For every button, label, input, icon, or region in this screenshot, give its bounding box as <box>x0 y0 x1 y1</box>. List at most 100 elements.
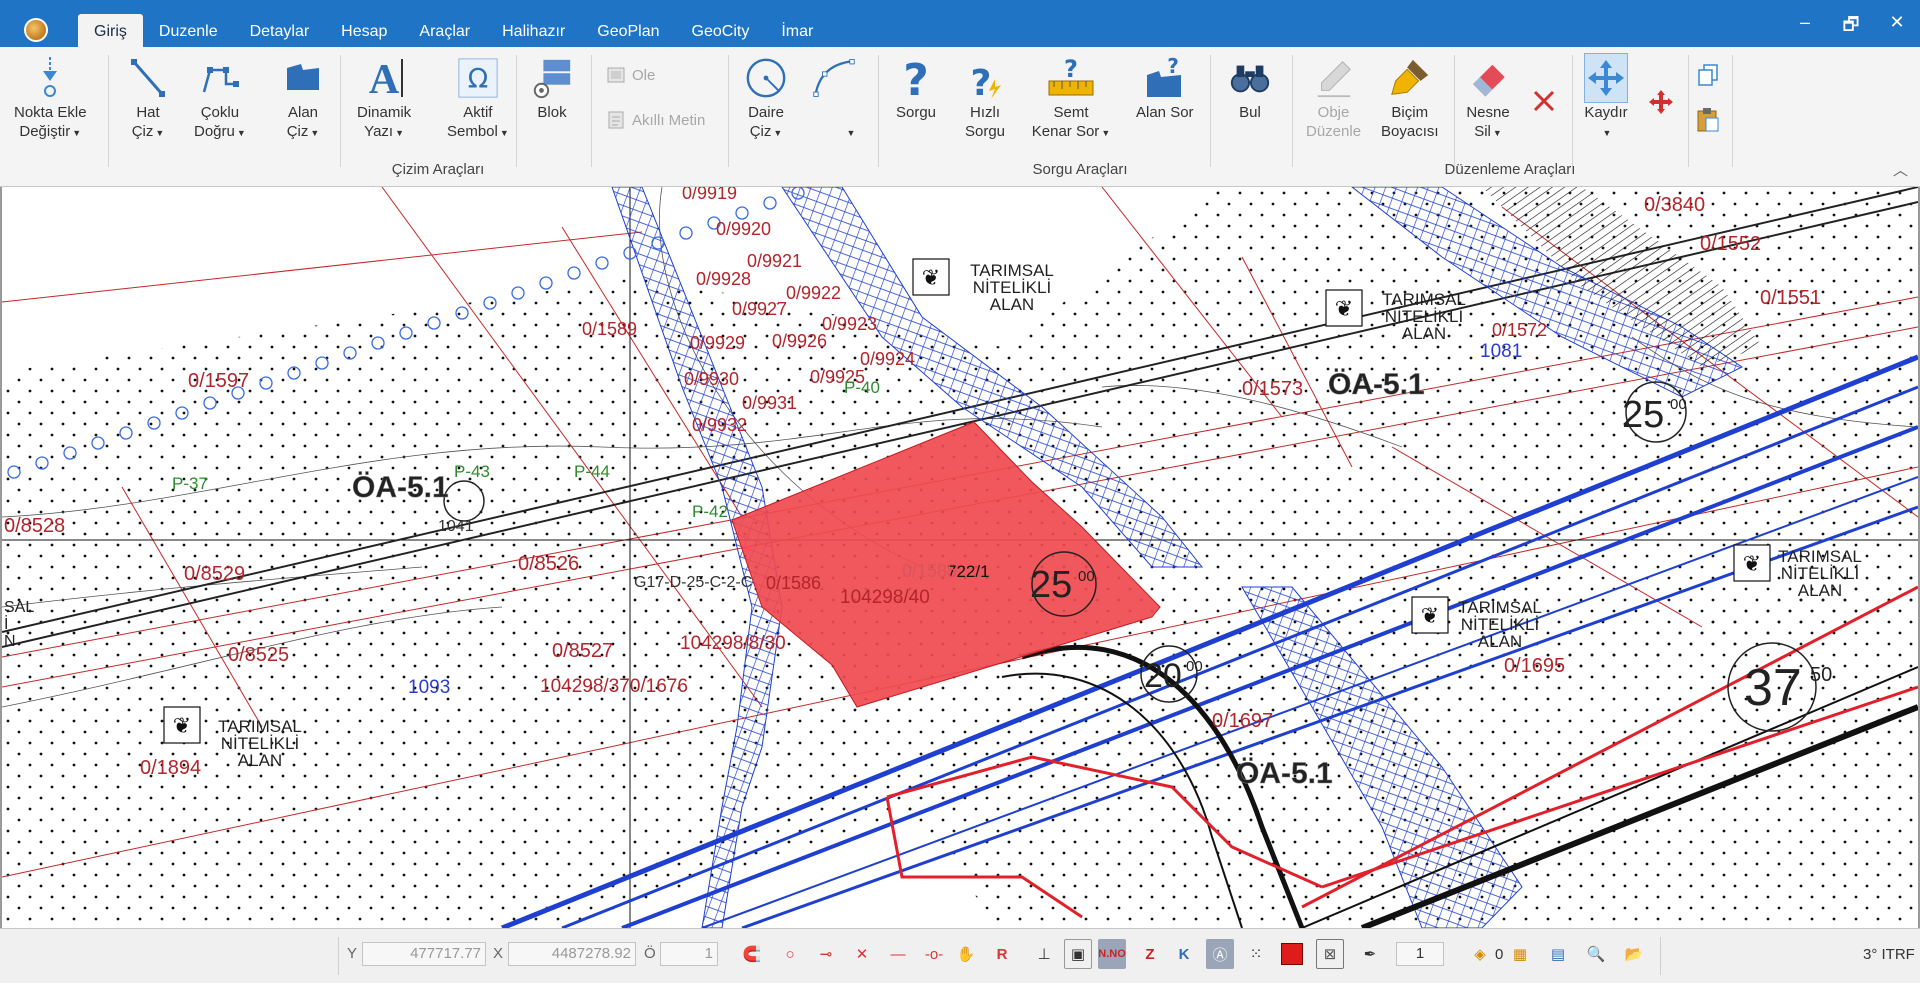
blok-button[interactable]: Blok <box>530 53 574 122</box>
aktif-sembol-label-1: Aktif <box>463 104 493 121</box>
o-field[interactable]: 1 <box>660 942 718 966</box>
svg-text:?: ? <box>971 63 992 101</box>
bul-button[interactable]: Bul <box>1228 53 1272 122</box>
separator <box>516 55 517 167</box>
snap-r-icon[interactable]: R <box>988 939 1016 969</box>
snap-point-icon[interactable]: ○ <box>776 939 804 969</box>
snap-magnet-icon[interactable]: 🧲 <box>738 939 766 969</box>
svg-text:104298/370/1676: 104298/370/1676 <box>540 676 688 697</box>
tarimsal-label-1: TARIMSAL NİTELİKLİ ALAN <box>970 261 1054 314</box>
svg-text:0/9926: 0/9926 <box>772 331 827 351</box>
hat-ciz-button[interactable]: Hat Çiz ▼ <box>126 53 170 143</box>
hizli-sorgu-button[interactable]: ? Hızlı Sorgu <box>963 53 1007 141</box>
sorgu-button[interactable]: ? Sorgu <box>894 53 938 122</box>
restore-button[interactable]: 🗗 <box>1838 12 1864 42</box>
svg-text:50: 50 <box>1810 664 1832 686</box>
copy-button[interactable] <box>1696 63 1720 87</box>
snap-line-icon[interactable]: — <box>884 939 912 969</box>
obje-duzenle-button[interactable]: Obje Düzenle <box>1306 53 1361 141</box>
folder-icon[interactable]: 📂 <box>1620 939 1648 969</box>
color-swatch[interactable] <box>1278 939 1306 969</box>
aktif-sembol-label-2: Sembol <box>447 123 498 140</box>
snap-mid-icon[interactable]: -o- <box>920 939 948 969</box>
separator <box>1454 55 1455 167</box>
akilli-metin-button[interactable]: Akıllı Metin <box>606 110 705 130</box>
menu-tab[interactable]: GeoCity <box>676 14 766 47</box>
alan-sor-button[interactable]: ? Alan Sor <box>1136 53 1194 122</box>
coklu-dogru-label-2: Doğru <box>194 123 235 140</box>
alan-ciz-button[interactable]: Alan Çiz ▼ <box>281 53 325 143</box>
menu-tab[interactable]: İmar <box>765 14 829 47</box>
zoom-icon[interactable]: 🔍 <box>1582 939 1610 969</box>
pan-hand-icon[interactable]: ✋ <box>952 939 980 969</box>
ole-button[interactable]: Ole <box>606 65 655 85</box>
paste-button[interactable] <box>1696 107 1720 133</box>
close-button[interactable]: ✕ <box>1884 12 1910 42</box>
svg-text:Ω: Ω <box>468 64 488 95</box>
auto-icon[interactable]: Ⓐ <box>1206 939 1234 969</box>
aktif-sembol-button[interactable]: Ω Aktif Sembol ▼ <box>447 53 509 143</box>
map-canvas[interactable]: 722/1 ❦ ❦ ❦ ❦ ❦ 0/9919 0/9920 0/9921 0/9928 … <box>0 187 1920 928</box>
k-icon[interactable]: K <box>1170 939 1198 969</box>
nesne-sil-button[interactable]: Nesne Sil ▼ <box>1466 53 1510 143</box>
z-axis-icon[interactable]: Z <box>1136 939 1164 969</box>
line-weight-stepper[interactable]: 1 <box>1396 942 1444 966</box>
dinamik-yazi-button[interactable]: A Dinamik Yazı ▼ <box>357 53 411 143</box>
minimize-button[interactable]: – <box>1792 12 1818 42</box>
ribbon-collapse-icon[interactable]: ︿ <box>1893 159 1908 180</box>
separator <box>1572 55 1573 167</box>
dinamik-yazi-label-1: Dinamik <box>357 104 412 121</box>
pen-icon[interactable]: ✒ <box>1356 939 1384 969</box>
alan-sor-label: Alan Sor <box>1136 104 1194 121</box>
y-coordinate-field[interactable]: 477717.77 <box>362 942 486 966</box>
daire-ciz-button[interactable]: Daire Çiz ▼ <box>744 53 788 143</box>
kaydir-button[interactable]: Kaydır ▼ <box>1584 53 1628 143</box>
separator <box>1732 55 1733 167</box>
app-logo-icon[interactable] <box>24 18 48 42</box>
nokta-ekle-label-1: Nokta Ekle <box>14 104 87 121</box>
bicim-boyacisi-label-1: Biçim <box>1391 104 1429 121</box>
frame-icon[interactable]: ⊠ <box>1316 939 1344 969</box>
svg-text:0/9927: 0/9927 <box>732 299 787 319</box>
image-icon[interactable]: ▦ <box>1506 939 1534 969</box>
menu-tab[interactable]: Duzenle <box>143 14 234 47</box>
o-label: Ö <box>644 945 656 962</box>
svg-text:0/1552: 0/1552 <box>1700 233 1761 255</box>
window-icon[interactable]: ▣ <box>1064 939 1092 969</box>
menu-tab[interactable]: Detaylar <box>234 14 326 47</box>
semt-kenar-sor-button[interactable]: ? Semt Kenar Sor ▼ <box>1026 53 1116 143</box>
svg-text:0/8525: 0/8525 <box>228 644 289 666</box>
menu-tab[interactable]: Araçlar <box>403 14 486 47</box>
svg-text:25: 25 <box>1622 394 1664 436</box>
move-small-button[interactable] <box>1648 89 1674 115</box>
grid-points-icon[interactable]: ⁙ <box>1242 939 1270 969</box>
menu-tab[interactable]: Halihazır <box>486 14 581 47</box>
bicim-boyacisi-button[interactable]: Biçim Boyacısı <box>1381 53 1439 141</box>
snap-intersection-icon[interactable]: ✕ <box>848 939 876 969</box>
delete-x-button[interactable] <box>1530 87 1558 115</box>
svg-text:❦: ❦ <box>173 714 191 739</box>
title-bar: Giriş Duzenle Detaylar Hesap Araçlar Halihazı… <box>0 0 1920 47</box>
nokta-ekle-label-2: Değiştir <box>19 123 71 140</box>
separator <box>1210 55 1211 167</box>
menu-tab[interactable]: Giriş <box>78 14 143 47</box>
hat-ciz-label-1: Hat <box>136 104 160 121</box>
coklu-dogru-button[interactable]: Çoklu Doğru ▼ <box>194 53 246 143</box>
svg-text:0/9929: 0/9929 <box>690 333 745 353</box>
nokta-ekle-button[interactable]: Nokta Ekle Değiştir ▼ <box>14 53 87 143</box>
snap-end-icon[interactable]: ⊸ <box>812 939 840 969</box>
hizli-sorgu-label-2: Sorgu <box>964 123 1006 140</box>
svg-text:N: N <box>4 633 16 650</box>
arc-draw-button[interactable]: ▼ <box>812 53 856 143</box>
menu-tab[interactable]: Hesap <box>325 14 403 47</box>
menu-tab[interactable]: GeoPlan <box>581 14 675 47</box>
delete-x-icon <box>1533 90 1555 112</box>
window-controls: – 🗗 ✕ <box>1792 12 1910 42</box>
separator <box>1688 55 1689 167</box>
map-drawing[interactable]: 722/1 ❦❦❦❦❦ 0/9919 0/9920 0/9921 0/9928 … <box>2 187 1918 928</box>
chart-icon[interactable]: ▤ <box>1544 939 1572 969</box>
perpendicular-icon[interactable]: ⊥ <box>1030 939 1058 969</box>
no-snap-icon[interactable]: N.NO <box>1098 939 1126 969</box>
x-coordinate-field[interactable]: 4487278.92 <box>508 942 636 966</box>
layers-icon[interactable]: ◈ <box>1466 939 1494 969</box>
